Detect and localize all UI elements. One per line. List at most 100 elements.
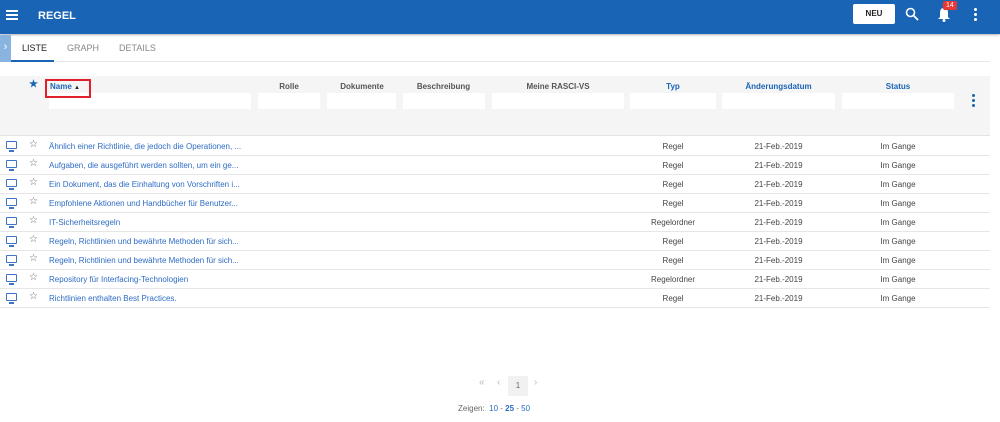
next-page-icon[interactable]: › [534, 377, 537, 388]
table-row[interactable]: ☆ Ähnlich einer Richtlinie, die jedoch d… [0, 137, 990, 156]
table-row[interactable]: ☆ IT-Sicherheitsregeln Regelordner 21-Fe… [0, 213, 990, 232]
row-name-link[interactable]: Repository für Interfacing-Technologien [49, 275, 188, 284]
filter-datum-input[interactable] [722, 93, 835, 109]
row-name-link[interactable]: Regeln, Richtlinien und bewährte Methode… [49, 237, 239, 246]
row-typ: Regel [662, 256, 684, 265]
table-row[interactable]: ☆ Empfohlene Aktionen und Handbücher für… [0, 194, 990, 213]
table-row[interactable]: ☆ Repository für Interfacing-Technologie… [0, 270, 990, 289]
row-status: Im Gange [880, 256, 916, 265]
star-icon[interactable]: ☆ [29, 272, 38, 283]
row-datum: 21-Feb.-2019 [754, 218, 803, 227]
tab-liste[interactable]: LISTE [22, 43, 47, 53]
column-header-datum[interactable]: Änderungsdatum [722, 82, 835, 91]
monitor-icon[interactable] [6, 198, 17, 209]
row-status: Im Gange [880, 161, 916, 170]
row-status: Im Gange [880, 180, 916, 189]
star-icon[interactable]: ☆ [29, 177, 38, 188]
page-size-10[interactable]: 10 [489, 404, 498, 413]
row-datum: 21-Feb.-2019 [754, 199, 803, 208]
column-header-rolle[interactable]: Rolle [258, 82, 320, 91]
star-icon[interactable]: ☆ [29, 253, 38, 264]
monitor-icon[interactable] [6, 160, 17, 171]
monitor-icon[interactable] [6, 255, 17, 266]
row-datum: 21-Feb.-2019 [754, 180, 803, 189]
row-name-link[interactable]: Aufgaben, die ausgeführt werden sollten,… [49, 161, 238, 170]
monitor-icon[interactable] [6, 236, 17, 247]
row-typ: Regel [662, 237, 684, 246]
table-row[interactable]: ☆ Aufgaben, die ausgeführt werden sollte… [0, 156, 990, 175]
filter-typ-input[interactable] [630, 93, 716, 109]
table-row[interactable]: ☆ Regeln, Richtlinien und bewährte Metho… [0, 232, 990, 251]
page-size-50[interactable]: 50 [521, 404, 530, 413]
highlight-box [45, 79, 91, 98]
star-icon[interactable]: ☆ [29, 234, 38, 245]
page-1-button[interactable]: 1 [508, 376, 528, 396]
row-status: Im Gange [880, 294, 916, 303]
tab-graph[interactable]: GRAPH [67, 43, 99, 53]
table-row[interactable]: ☆ Richtlinien enthalten Best Practices. … [0, 289, 990, 308]
filter-beschreibung-input[interactable] [403, 93, 485, 109]
tab-details[interactable]: DETAILS [119, 43, 156, 53]
filter-status-input[interactable] [842, 93, 954, 109]
row-name-link[interactable]: Ähnlich einer Richtlinie, die jedoch die… [49, 142, 241, 151]
table-row[interactable]: ☆ Ein Dokument, das die Einhaltung von V… [0, 175, 990, 194]
monitor-icon[interactable] [6, 293, 17, 304]
column-options-icon[interactable] [972, 94, 975, 109]
active-tab-indicator [11, 60, 54, 62]
monitor-icon[interactable] [6, 141, 17, 152]
row-name-link[interactable]: Empfohlene Aktionen und Handbücher für B… [49, 199, 238, 208]
row-datum: 21-Feb.-2019 [754, 161, 803, 170]
column-header-rasci[interactable]: Meine RASCI-VS [492, 82, 624, 91]
prev-page-icon[interactable]: ‹ [497, 377, 500, 388]
tab-bar: › LISTE GRAPH DETAILS [0, 35, 990, 62]
favorite-star-icon[interactable]: ★ [29, 79, 38, 90]
monitor-icon[interactable] [6, 274, 17, 285]
row-typ: Regel [662, 199, 684, 208]
column-header-status[interactable]: Status [842, 82, 954, 91]
star-icon[interactable]: ☆ [29, 215, 38, 226]
star-icon[interactable]: ☆ [29, 139, 38, 150]
filter-rolle-input[interactable] [258, 93, 320, 109]
row-status: Im Gange [880, 218, 916, 227]
column-header-dokumente[interactable]: Dokumente [328, 82, 396, 91]
row-typ: Regel [662, 294, 684, 303]
row-typ: Regelordner [650, 275, 696, 284]
new-button[interactable]: NEU [853, 4, 895, 24]
row-typ: Regelordner [650, 218, 696, 227]
star-icon[interactable]: ☆ [29, 291, 38, 302]
row-status: Im Gange [880, 199, 916, 208]
star-icon[interactable]: ☆ [29, 158, 38, 169]
sidebar-toggle-chevron-icon[interactable]: › [0, 35, 11, 62]
row-name-link[interactable]: Regeln, Richtlinien und bewährte Methode… [49, 256, 239, 265]
row-datum: 21-Feb.-2019 [754, 275, 803, 284]
filter-dokumente-input[interactable] [327, 93, 396, 109]
show-label: Zeigen: [458, 404, 485, 413]
more-options-icon[interactable] [974, 8, 978, 23]
column-header-beschreibung[interactable]: Beschreibung [403, 82, 484, 91]
row-name-link[interactable]: Ein Dokument, das die Einhaltung von Vor… [49, 180, 240, 189]
top-bar: REGEL NEU 14 [0, 0, 1000, 34]
row-typ: Regel [662, 180, 684, 189]
table-header: ★ Name ▲ Rolle Dokumente Beschreibung Me… [0, 76, 990, 136]
row-typ: Regel [662, 142, 684, 151]
row-datum: 21-Feb.-2019 [754, 237, 803, 246]
filter-rasci-input[interactable] [492, 93, 624, 109]
row-datum: 21-Feb.-2019 [754, 142, 803, 151]
row-datum: 21-Feb.-2019 [754, 294, 803, 303]
table-row[interactable]: ☆ Regeln, Richtlinien und bewährte Metho… [0, 251, 990, 270]
column-header-typ[interactable]: Typ [630, 82, 716, 91]
first-page-icon[interactable]: « [479, 377, 485, 388]
page-size-25[interactable]: 25 [505, 404, 514, 413]
search-icon[interactable] [905, 7, 919, 21]
star-icon[interactable]: ☆ [29, 196, 38, 207]
monitor-icon[interactable] [6, 217, 17, 228]
page-size-selector: Zeigen: 10 - 25 - 50 [458, 404, 531, 413]
hamburger-menu-icon[interactable] [6, 10, 18, 20]
row-name-link[interactable]: Richtlinien enthalten Best Practices. [49, 294, 177, 303]
row-status: Im Gange [880, 142, 916, 151]
row-datum: 21-Feb.-2019 [754, 256, 803, 265]
notification-badge: 14 [943, 1, 957, 10]
row-name-link[interactable]: IT-Sicherheitsregeln [49, 218, 120, 227]
monitor-icon[interactable] [6, 179, 17, 190]
row-status: Im Gange [880, 275, 916, 284]
